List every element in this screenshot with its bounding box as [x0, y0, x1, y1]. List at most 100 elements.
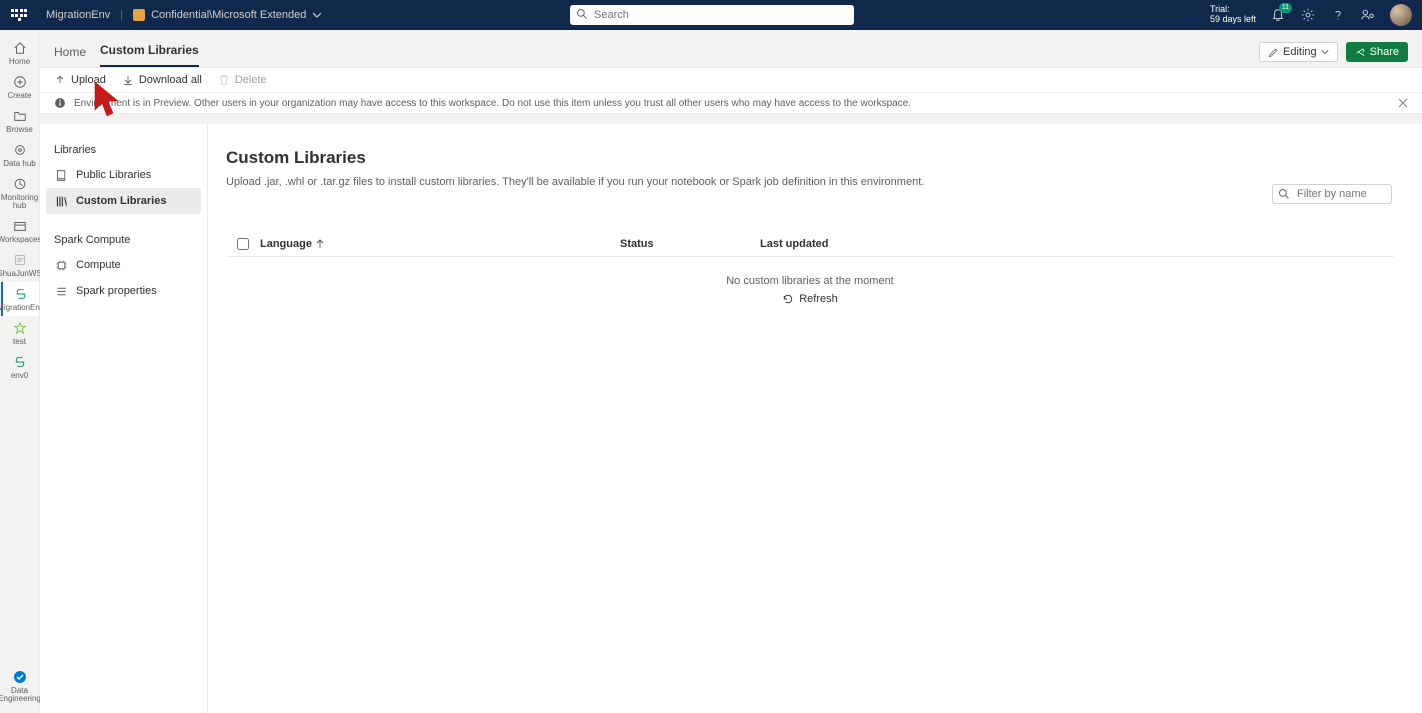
- rail-env0[interactable]: env0: [1, 350, 39, 384]
- rail-label: Create: [7, 92, 31, 100]
- rail-label: MigrationEnv: [0, 304, 44, 312]
- chevron-down-icon: [1321, 48, 1329, 56]
- rail-datahub[interactable]: Data hub: [1, 138, 39, 172]
- share-button[interactable]: Share: [1346, 42, 1408, 62]
- library-icon: [54, 194, 68, 208]
- rail-persona-switcher[interactable]: Data Engineering: [1, 665, 39, 713]
- rail-migrationenv[interactable]: MigrationEnv: [1, 282, 39, 316]
- upload-label: Upload: [71, 74, 106, 86]
- empty-text: No custom libraries at the moment: [226, 275, 1394, 287]
- notification-badge: 11: [1279, 3, 1292, 13]
- info-banner: Environment is in Preview. Other users i…: [40, 92, 1422, 114]
- settings-button[interactable]: [1300, 7, 1316, 23]
- upload-icon: [54, 74, 66, 86]
- user-avatar[interactable]: [1390, 4, 1412, 26]
- global-search[interactable]: [570, 5, 854, 25]
- shield-icon: [133, 9, 145, 21]
- side-label: Public Libraries: [76, 169, 151, 181]
- gear-icon: [1301, 8, 1315, 22]
- col-status[interactable]: Status: [620, 238, 760, 250]
- col-updated[interactable]: Last updated: [760, 238, 960, 250]
- side-item-compute[interactable]: Compute: [46, 252, 201, 278]
- share-label: Share: [1370, 46, 1399, 58]
- rail-label: test: [13, 338, 26, 346]
- side-item-spark-props[interactable]: Spark properties: [46, 278, 201, 304]
- rail-test[interactable]: test: [1, 316, 39, 350]
- table-header: Language Status Last updated: [226, 232, 1394, 257]
- rail-label: Workspaces: [0, 236, 41, 244]
- info-text: Environment is in Preview. Other users i…: [74, 98, 911, 109]
- rail-label: Home: [9, 58, 30, 66]
- rail-create[interactable]: Create: [1, 70, 39, 104]
- spark-icon: [12, 320, 28, 336]
- rail-browse[interactable]: Browse: [1, 104, 39, 138]
- filter-input[interactable]: [1272, 184, 1392, 204]
- rail-label: Data hub: [3, 160, 35, 168]
- trial-days: 59 days left: [1210, 15, 1256, 25]
- left-rail: Home Create Browse Data hub Monitoring h…: [0, 30, 40, 713]
- download-icon: [122, 74, 134, 86]
- side-label: Custom Libraries: [76, 195, 166, 207]
- app-launcher-icon[interactable]: [10, 6, 28, 24]
- help-button[interactable]: [1330, 7, 1346, 23]
- toolbar: Upload Download all Delete: [40, 68, 1422, 92]
- folder-icon: [12, 108, 28, 124]
- side-head-libraries: Libraries: [46, 138, 201, 162]
- filter-box[interactable]: [1272, 184, 1392, 204]
- trial-status: Trial: 59 days left: [1210, 5, 1256, 25]
- book-icon: [54, 168, 68, 182]
- share-icon: [1355, 47, 1366, 58]
- chip-icon: [54, 258, 68, 272]
- sort-asc-icon: [316, 239, 324, 249]
- trash-icon: [218, 74, 230, 86]
- breadcrumb-home[interactable]: Home: [54, 45, 86, 67]
- search-icon: [576, 8, 588, 20]
- sensitivity-selector[interactable]: Confidential\Microsoft Extended: [133, 9, 322, 21]
- editing-label: Editing: [1283, 46, 1317, 58]
- top-header: MigrationEnv | Confidential\Microsoft Ex…: [0, 0, 1422, 30]
- breadcrumb-bar: Home Custom Libraries Editing Share: [40, 30, 1422, 68]
- close-banner-button[interactable]: [1398, 98, 1408, 108]
- rail-monitoring[interactable]: Monitoring hub: [1, 172, 39, 214]
- download-label: Download all: [139, 74, 202, 86]
- info-icon: [54, 97, 66, 109]
- pencil-icon: [1268, 47, 1279, 58]
- env-icon: [13, 286, 29, 302]
- rail-workspaces[interactable]: Workspaces: [1, 214, 39, 248]
- editing-button[interactable]: Editing: [1259, 42, 1338, 62]
- list-icon: [54, 284, 68, 298]
- side-item-custom-libraries[interactable]: Custom Libraries: [46, 188, 201, 214]
- breadcrumb-current[interactable]: Custom Libraries: [100, 43, 199, 67]
- workspaces-icon: [12, 218, 28, 234]
- delete-button: Delete: [218, 74, 267, 86]
- env-icon: [12, 354, 28, 370]
- person-icon: [1361, 8, 1375, 22]
- body-panel: Custom Libraries Upload .jar, .whl or .t…: [208, 124, 1422, 713]
- refresh-label: Refresh: [799, 293, 838, 305]
- chevron-down-icon: [312, 10, 322, 20]
- workspace-title: MigrationEnv: [46, 9, 110, 21]
- search-input[interactable]: [570, 5, 854, 25]
- side-item-public-libraries[interactable]: Public Libraries: [46, 162, 201, 188]
- side-head-spark: Spark Compute: [46, 228, 201, 252]
- feedback-button[interactable]: [1360, 7, 1376, 23]
- workspace-icon: [12, 252, 28, 268]
- download-all-button[interactable]: Download all: [122, 74, 202, 86]
- page-title: Custom Libraries: [226, 148, 1394, 168]
- datahub-icon: [12, 142, 28, 158]
- side-label: Spark properties: [76, 285, 157, 297]
- empty-state: No custom libraries at the moment Refres…: [226, 257, 1394, 308]
- rail-home[interactable]: Home: [1, 36, 39, 70]
- delete-label: Delete: [235, 74, 267, 86]
- col-language[interactable]: Language: [260, 238, 620, 250]
- monitor-icon: [12, 176, 28, 192]
- home-icon: [12, 40, 28, 56]
- select-all-checkbox[interactable]: [226, 238, 260, 250]
- rail-label: ShuaJunWS: [0, 270, 42, 278]
- rail-shuajunws[interactable]: ShuaJunWS: [1, 248, 39, 282]
- upload-button[interactable]: Upload: [54, 74, 106, 86]
- notifications-button[interactable]: 11: [1270, 7, 1286, 23]
- content: Libraries Public Libraries Custom Librar…: [40, 124, 1422, 713]
- divider: |: [120, 9, 123, 21]
- refresh-button[interactable]: Refresh: [782, 293, 838, 305]
